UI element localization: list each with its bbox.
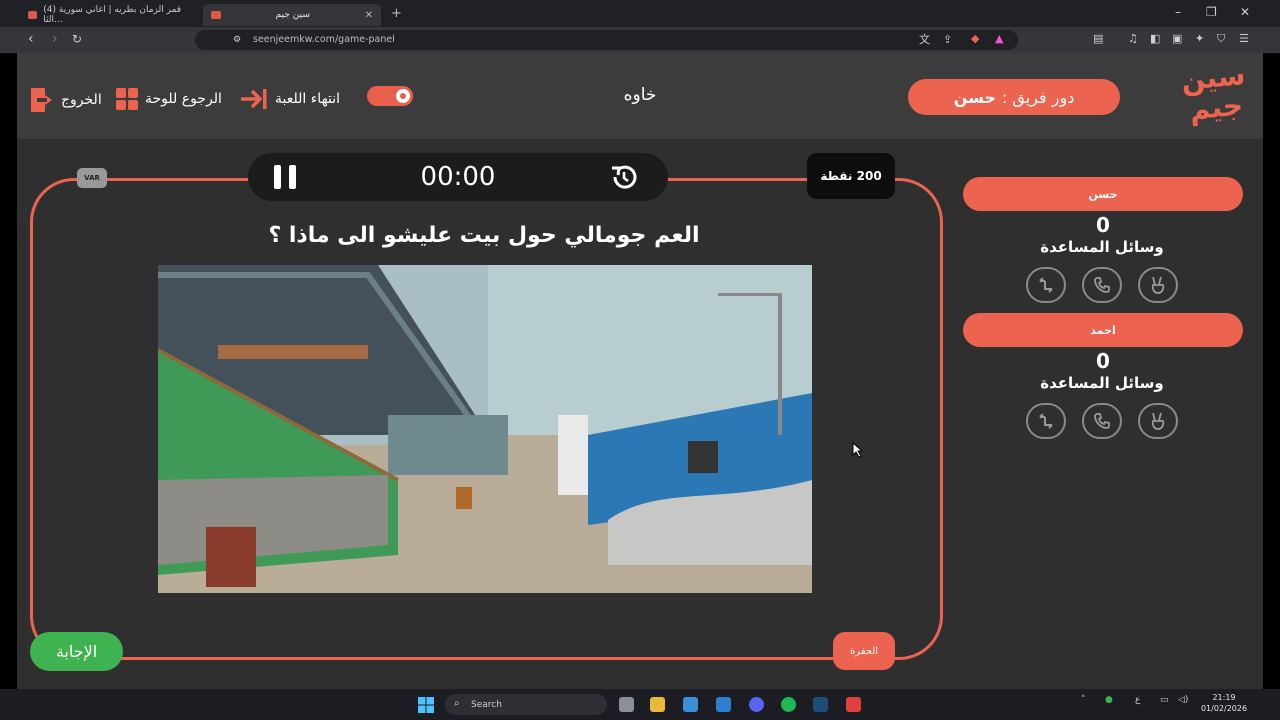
exit-button[interactable]: الخروج	[29, 87, 102, 113]
turn-team-name: حسن	[953, 87, 996, 107]
vpn-icon[interactable]: ⛉	[1217, 33, 1225, 45]
sound-toggle[interactable]	[367, 86, 413, 106]
network-icon[interactable]: ▭	[1160, 695, 1169, 705]
game-header: الخروج الرجوع للوحة انتهاء اللعبة خاوه د…	[17, 53, 1263, 139]
back-to-board-button[interactable]: الرجوع للوحة	[115, 87, 222, 111]
url-text: seenjeemkw.com/game-panel	[253, 34, 395, 45]
browser-toolbar: ‹ › ↻ ▯ ⚙ seenjeemkw.com/game-panel 文 ⇪ …	[0, 27, 1280, 53]
answer-button[interactable]: الإجابة	[30, 632, 123, 671]
hole-button[interactable]: الحفرة	[833, 632, 895, 670]
search-placeholder: Search	[471, 699, 502, 710]
category-title: خاوه	[623, 85, 657, 105]
browser-tab-youtube[interactable]: (4) قمر الزمان بطريه | اغاني سورية الثا.…	[20, 4, 200, 26]
call-friend-icon[interactable]	[1082, 267, 1122, 303]
windows-taskbar: ⌕ Search ˄ ● ع ▭ ◁) 21:19 01/02/2026	[0, 689, 1280, 720]
turn-prefix: دور فريق :	[1001, 87, 1075, 107]
share-icon[interactable]: ⇪	[943, 34, 952, 46]
timer-bar: 00:00	[248, 153, 668, 201]
windows-start-icon[interactable]	[418, 697, 434, 713]
logo: سين جيم	[1179, 57, 1247, 127]
call-friend-icon[interactable]	[1082, 403, 1122, 439]
end-game-button[interactable]: انتهاء اللعبة	[239, 87, 340, 111]
sidebar-icon[interactable]: ▤	[1093, 33, 1103, 45]
var-icon[interactable]: VAR	[77, 168, 107, 188]
exit-label: الخروج	[61, 92, 102, 108]
arrow-right-icon	[241, 89, 267, 109]
question-image	[158, 265, 812, 593]
tray-app-icon[interactable]: ●	[1105, 695, 1113, 705]
team-score: 0	[1096, 349, 1110, 373]
leo-icon[interactable]: ✦	[1195, 33, 1204, 45]
reset-timer-icon[interactable]	[609, 162, 639, 192]
riverside-scene-image	[158, 265, 812, 593]
taskbar-clock[interactable]: 21:19 01/02/2026	[1196, 692, 1252, 714]
discord-icon[interactable]	[749, 697, 764, 712]
toggle-knob	[396, 89, 410, 103]
file-explorer-icon[interactable]	[650, 697, 665, 712]
question-text: العم جومالي حول بيت عليشو الى ماذا ؟	[268, 223, 700, 248]
tab-title: سين جيم	[275, 10, 310, 20]
mail-icon[interactable]	[716, 697, 731, 712]
two-answers-icon[interactable]	[1138, 403, 1178, 439]
tray-chevron-icon[interactable]: ˄	[1081, 695, 1086, 705]
wallet-icon[interactable]: ▣	[1172, 33, 1182, 45]
site-info-icon[interactable]: ⚙	[233, 34, 241, 46]
exit-icon	[31, 88, 52, 112]
media-icon[interactable]: ♫	[1128, 33, 1138, 45]
reload-icon[interactable]: ↻	[72, 32, 82, 46]
points-badge: 200 نقطة	[807, 153, 895, 199]
brave-shields-icon[interactable]: ◆	[971, 33, 979, 45]
grid-icon	[116, 88, 138, 110]
search-icon: ⌕	[454, 698, 460, 709]
end-game-label: انتهاء اللعبة	[275, 91, 341, 107]
close-window-icon[interactable]: ✕	[1240, 5, 1250, 19]
pause-icon[interactable]	[274, 165, 296, 189]
youtube-favicon-icon	[28, 11, 38, 19]
volume-icon[interactable]: ◁)	[1178, 695, 1188, 705]
game-panel: الخروج الرجوع للوحة انتهاء اللعبة خاوه د…	[17, 53, 1263, 689]
close-tab-icon[interactable]: ✕	[365, 10, 373, 21]
translate-icon[interactable]: 文	[919, 34, 930, 46]
team-name-pill: حسن	[963, 177, 1243, 211]
app-icon[interactable]	[781, 697, 796, 712]
clock-date: 01/02/2026	[1200, 704, 1248, 713]
back-to-board-label: الرجوع للوحة	[145, 91, 222, 107]
team-name-pill: احمد	[963, 313, 1243, 347]
brave-rewards-icon[interactable]: ▲	[995, 33, 1003, 45]
new-tab-icon[interactable]: +	[391, 6, 402, 21]
swap-turn-icon[interactable]	[1026, 403, 1066, 439]
browser-tab-game[interactable]: سين جيم ✕	[203, 4, 381, 26]
swap-turn-icon[interactable]	[1026, 267, 1066, 303]
cursor-icon	[852, 442, 864, 458]
timer-display: 00:00	[420, 162, 496, 192]
brave-browser-icon[interactable]	[846, 697, 861, 712]
panel-icon[interactable]: ◧	[1150, 33, 1160, 45]
browser-tab-strip: (4) قمر الزمان بطريه | اغاني سورية الثا.…	[0, 0, 1280, 27]
input-language[interactable]: ع	[1135, 695, 1140, 705]
game-favicon-icon	[211, 11, 221, 19]
steam-icon[interactable]	[813, 697, 828, 712]
store-icon[interactable]	[683, 697, 698, 712]
task-view-icon[interactable]	[619, 697, 634, 712]
restore-icon[interactable]: ❐	[1206, 5, 1217, 19]
team-score: 0	[1096, 213, 1110, 237]
menu-icon[interactable]: ☰	[1239, 33, 1249, 45]
clock-time: 21:19	[1212, 693, 1236, 702]
two-answers-icon[interactable]	[1138, 267, 1178, 303]
tab-title: (4) قمر الزمان بطريه | اغاني سورية الثا.…	[43, 5, 182, 25]
team-aids-label: وسائل المساعدة	[1040, 238, 1164, 256]
taskbar-search[interactable]: ⌕ Search	[445, 694, 607, 715]
back-icon[interactable]: ‹	[28, 32, 34, 46]
team-turn-indicator: دور فريق : حسن	[908, 79, 1120, 115]
address-bar[interactable]: ⚙ seenjeemkw.com/game-panel 文 ⇪ ◆ ▲	[195, 30, 1018, 50]
forward-icon[interactable]: ›	[52, 32, 58, 46]
minimize-icon[interactable]: –	[1175, 5, 1181, 19]
team-aids-label: وسائل المساعدة	[1040, 374, 1164, 392]
